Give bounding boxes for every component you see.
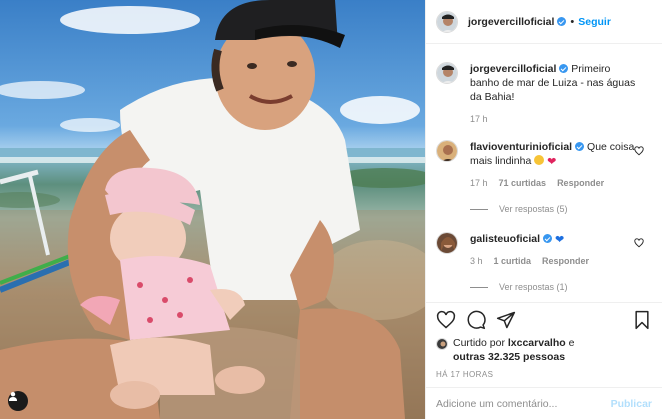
verified-badge-icon bbox=[557, 17, 567, 26]
post-header: jorgevercilloficial • Seguir bbox=[426, 0, 662, 44]
comment-item: galisteuoficial ❤ 3 h 1 curtida Responde… bbox=[436, 232, 652, 268]
verified-badge-icon bbox=[575, 142, 585, 151]
reply-button[interactable]: Responder bbox=[557, 176, 604, 190]
author-avatar[interactable] bbox=[436, 10, 458, 33]
commenter-avatar[interactable] bbox=[436, 232, 458, 254]
post-timestamp[interactable]: HÁ 17 HORAS bbox=[426, 364, 662, 387]
like-comment-heart-icon[interactable] bbox=[634, 238, 644, 248]
comment-meta: 3 h 1 curtida Responder bbox=[470, 254, 638, 268]
view-replies-label: Ver respostas (1) bbox=[499, 282, 568, 292]
verified-badge-icon bbox=[543, 234, 553, 243]
view-replies-label: Ver respostas (5) bbox=[499, 204, 568, 214]
add-comment-bar: Publicar bbox=[426, 387, 662, 419]
heart-icon[interactable] bbox=[436, 310, 456, 330]
reply-button[interactable]: Responder bbox=[542, 254, 589, 268]
smiling-face-with-hearts-emoji bbox=[534, 155, 545, 165]
user-tag-icon[interactable] bbox=[8, 391, 28, 411]
comment-item: flavioventurinioficial Que coisa mais li… bbox=[436, 140, 652, 190]
red-heart-emoji: ❤ bbox=[547, 156, 557, 168]
caption: jorgevercilloficial Primeiro banho de ma… bbox=[436, 62, 652, 126]
replies-divider-line bbox=[470, 208, 488, 210]
post-side-panel: jorgevercilloficial • Seguir jorgevercil… bbox=[425, 0, 662, 419]
publish-button[interactable]: Publicar bbox=[611, 398, 652, 410]
likes-count-link[interactable]: outras 32.325 pessoas bbox=[453, 351, 565, 363]
caption-author-avatar[interactable] bbox=[436, 62, 458, 84]
caption-username[interactable]: jorgevercilloficial bbox=[470, 63, 556, 75]
beach-photo-illustration bbox=[0, 0, 425, 419]
separator-dot: • bbox=[570, 15, 575, 28]
action-bar bbox=[426, 302, 662, 336]
verified-badge-icon bbox=[559, 64, 569, 73]
commenter-avatar[interactable] bbox=[436, 140, 458, 162]
bookmark-icon[interactable] bbox=[632, 310, 652, 330]
share-icon[interactable] bbox=[496, 310, 516, 330]
author-username[interactable]: jorgevercilloficial bbox=[468, 16, 554, 28]
comment-username[interactable]: flavioventurinioficial bbox=[470, 141, 572, 153]
comment-likes[interactable]: 71 curtidas bbox=[499, 176, 547, 190]
view-replies-button[interactable]: Ver respostas (1) bbox=[470, 282, 652, 292]
comment-time[interactable]: 3 h bbox=[470, 254, 483, 268]
instagram-post: jorgevercilloficial • Seguir jorgevercil… bbox=[0, 0, 662, 419]
comment-likes[interactable]: 1 curtida bbox=[494, 254, 532, 268]
liked-by-suffix: e bbox=[568, 337, 575, 349]
likes-summary: Curtido por lxccarvalho e outras 32.325 … bbox=[426, 336, 662, 364]
liker-avatar[interactable] bbox=[436, 338, 448, 350]
comment-meta: 17 h 71 curtidas Responder bbox=[470, 176, 638, 190]
liker-username[interactable]: lxccarvalho bbox=[508, 337, 566, 349]
blue-heart-emoji: ❤ bbox=[554, 234, 565, 246]
comment-username[interactable]: galisteuoficial bbox=[470, 233, 540, 245]
view-replies-button[interactable]: Ver respostas (5) bbox=[470, 204, 652, 214]
comment-icon[interactable] bbox=[466, 310, 486, 330]
caption-time[interactable]: 17 h bbox=[470, 112, 488, 126]
like-comment-heart-icon[interactable] bbox=[634, 146, 644, 156]
caption-meta: 17 h bbox=[470, 112, 638, 126]
comments-list[interactable]: jorgevercilloficial Primeiro banho de ma… bbox=[426, 44, 662, 302]
comment-time[interactable]: 17 h bbox=[470, 176, 488, 190]
liked-by-prefix: Curtido por bbox=[453, 337, 505, 349]
post-photo[interactable] bbox=[0, 0, 425, 419]
follow-button[interactable]: Seguir bbox=[578, 16, 611, 28]
comment-input[interactable] bbox=[436, 397, 611, 410]
replies-divider-line bbox=[470, 286, 488, 288]
